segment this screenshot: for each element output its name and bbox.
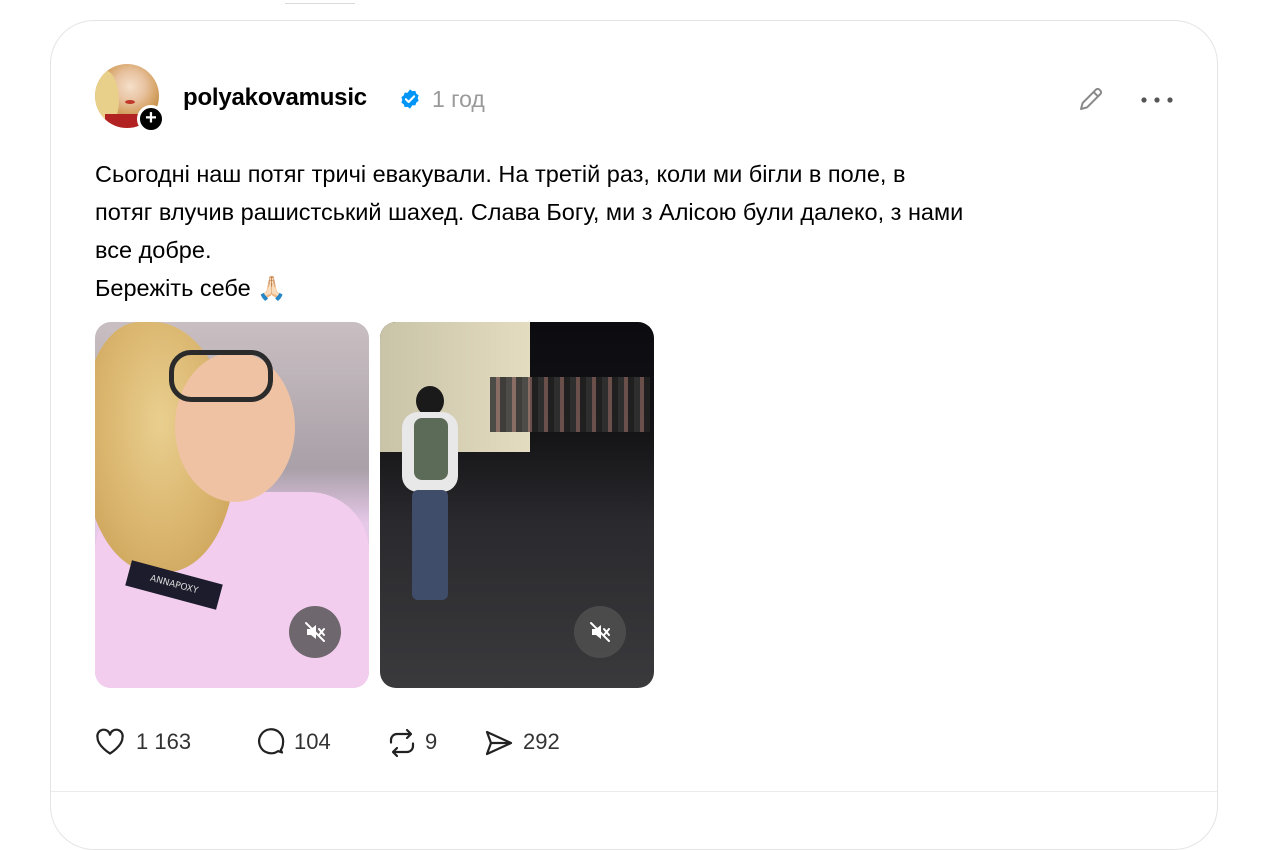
pencil-icon[interactable] [1075, 83, 1107, 115]
repost-icon [389, 728, 415, 758]
verified-badge-icon [401, 89, 419, 109]
speaker-muted-icon [305, 622, 325, 642]
video-thumbnail-selfie[interactable]: ANNAPOXY [95, 322, 369, 688]
post-text-line: потяг влучив рашистський шахед. Слава Бо… [95, 199, 964, 225]
share-count: 292 [523, 729, 560, 754]
share-button[interactable]: 292 [484, 726, 584, 758]
card-divider [51, 791, 1217, 792]
like-count: 1 163 [136, 729, 192, 754]
username[interactable]: polyakovamusic [183, 84, 367, 112]
comment-button[interactable]: 104 [256, 726, 346, 758]
video-thumbnail-platform[interactable] [380, 322, 654, 688]
comment-bubble-icon [258, 728, 285, 755]
repost-button[interactable]: 9 [386, 726, 456, 758]
post-text-line: все добре. [95, 237, 212, 263]
post-time: 1 год [432, 86, 485, 112]
previous-post-fragment [285, 0, 355, 4]
previous-post-edge [0, 0, 1280, 6]
more-dots-icon[interactable] [1139, 95, 1175, 105]
post-text-line: Сьогодні наш потяг тричі евакували. На т… [95, 161, 906, 187]
speaker-muted-icon [590, 622, 610, 642]
post-text-line: Бережіть себе 🙏🏻 [95, 275, 287, 301]
repost-count: 9 [425, 729, 438, 754]
mute-button[interactable] [289, 606, 341, 658]
post-text: Сьогодні наш потяг тричі евакували. На т… [95, 155, 1155, 307]
heart-icon [96, 728, 124, 755]
thread-post-card: + polyakovamusic 1 год Сьогодні наш потя… [50, 20, 1218, 850]
send-icon [485, 730, 513, 756]
comment-count: 104 [294, 729, 331, 754]
like-button[interactable]: 1 163 [95, 726, 205, 758]
follow-plus-icon[interactable]: + [137, 105, 165, 133]
mute-button[interactable] [574, 606, 626, 658]
